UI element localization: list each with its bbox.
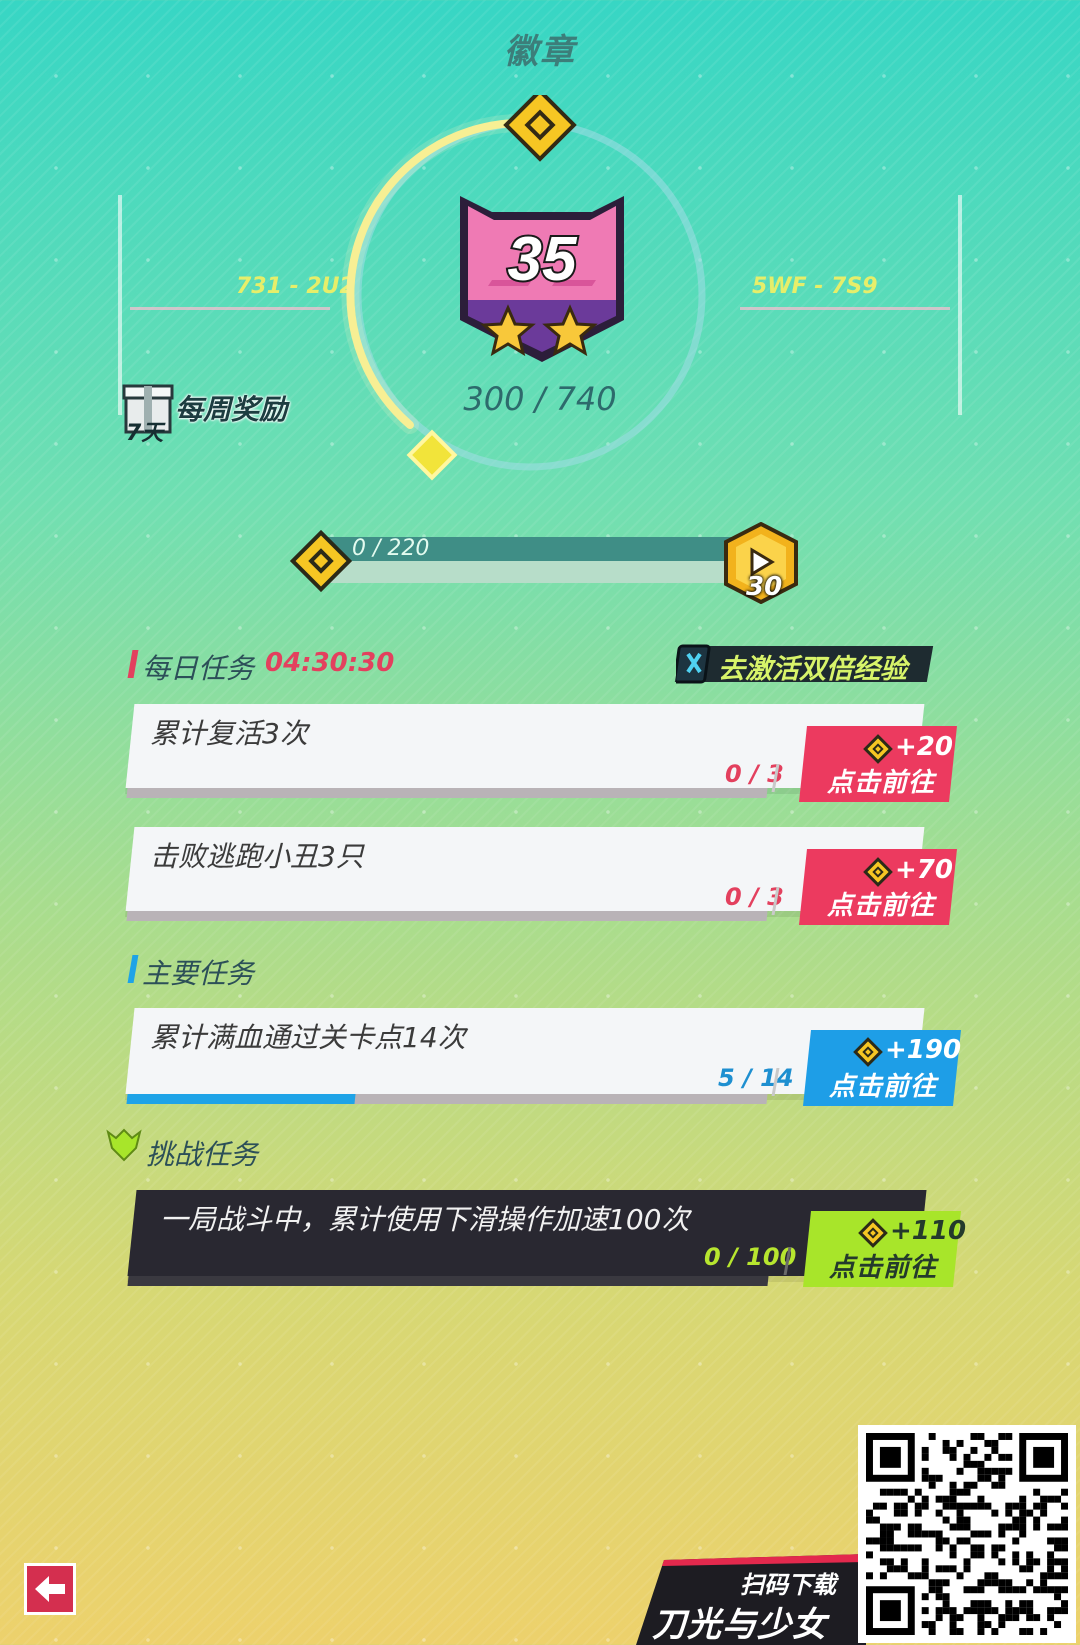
daily-task-1-go-label: 点击前往	[827, 768, 936, 798]
daily-task-1-text: 累计复活3次	[150, 717, 308, 750]
right-bracket	[958, 195, 962, 415]
ring-top-token	[503, 95, 577, 162]
main-task-1-progress: 5 / 14	[718, 1064, 794, 1092]
main-task-1-text: 累计满血通过关卡点14次	[150, 1021, 466, 1054]
download-line1: 扫码下载	[740, 1571, 836, 1599]
task-progress-track	[126, 911, 768, 921]
diamond-token-icon	[858, 1218, 888, 1248]
main-task-1-reward: +190	[885, 1035, 962, 1065]
daily-task-2-reward: +70	[895, 855, 953, 885]
double-exp-label: 去激活双倍经验	[718, 654, 907, 685]
book-icon	[676, 644, 711, 684]
badge-score: 300 / 740	[463, 380, 617, 418]
back-arrow-icon	[35, 1576, 65, 1602]
weekly-reward-label: 每周奖励	[175, 393, 288, 426]
challenge-task-1-reward: +110	[890, 1216, 967, 1246]
main-section-title: 主要任务	[142, 957, 255, 990]
challenge-task-1-progress: 0 / 100	[704, 1243, 797, 1271]
daily-task-2-go-label: 点击前往	[827, 891, 936, 921]
challenge-task-1-text: 一局战斗中，累计使用下滑操作加速100次	[160, 1203, 690, 1236]
task-progress-track	[126, 788, 768, 798]
daily-timer: 04:30:30	[265, 648, 395, 678]
diamond-token-icon	[863, 857, 893, 887]
xp-progress-text: 0 / 220	[352, 536, 430, 561]
chest-level-text: 30	[746, 572, 783, 602]
right-bracket-line	[740, 307, 950, 310]
level-reward-chest[interactable]: 30	[722, 521, 800, 605]
weekly-reward-days: 7天	[126, 421, 164, 446]
qr-code[interactable]	[858, 1425, 1076, 1643]
daily-section-marker	[127, 650, 139, 678]
diamond-token-icon	[290, 530, 352, 592]
main-task-1-go-label: 点击前往	[829, 1072, 938, 1102]
badge-level-text: 35	[508, 225, 578, 294]
download-line2: 刀光与少女	[652, 1605, 827, 1645]
left-bracket-line	[130, 307, 330, 310]
challenge-task-1-go-label: 点击前往	[829, 1253, 938, 1283]
daily-task-2-text: 击败逃跑小丑3只	[150, 840, 364, 873]
level-badge: 35	[460, 196, 624, 362]
daily-section-title: 每日任务	[142, 652, 255, 685]
main-task-progress-fill	[126, 1094, 356, 1104]
page-title: 徽章	[504, 32, 576, 72]
qr-code-icon	[866, 1433, 1068, 1635]
back-button[interactable]	[24, 1563, 76, 1615]
diamond-token-icon	[853, 1037, 883, 1067]
ring-end-marker	[406, 429, 458, 481]
task-progress-track	[127, 1276, 769, 1286]
main-section-marker	[127, 955, 139, 983]
challenge-crest-icon	[106, 1128, 142, 1162]
challenge-section-title: 挑战任务	[146, 1138, 259, 1171]
right-code: 5WF - 7S9	[752, 274, 878, 299]
diamond-token-icon	[863, 734, 893, 764]
daily-task-1-reward: +20	[895, 732, 953, 762]
